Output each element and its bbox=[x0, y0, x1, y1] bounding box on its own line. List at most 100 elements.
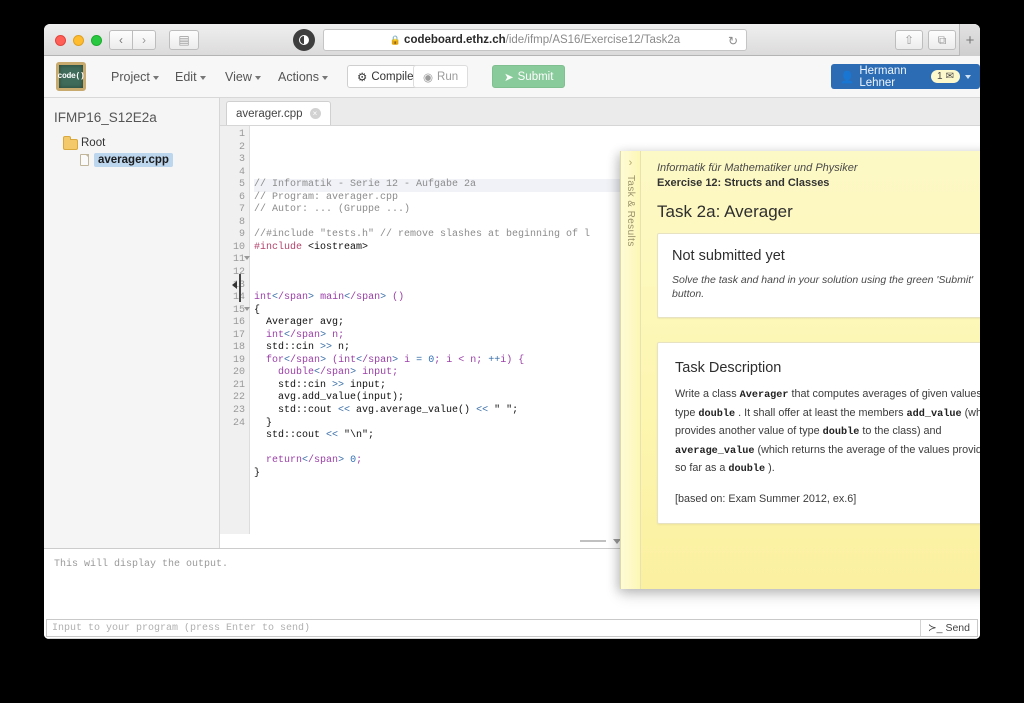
desc-code-average-value: average_value bbox=[675, 445, 755, 457]
submit-label: Submit bbox=[517, 70, 554, 83]
task-panel-handle[interactable]: › Task & Results bbox=[621, 151, 641, 589]
envelope-icon: ✉ bbox=[945, 71, 954, 82]
sidebar-toggle-icon[interactable]: ▤ bbox=[169, 30, 199, 50]
desc-text-7: ). bbox=[765, 462, 775, 474]
gear-icon: ⚙ bbox=[357, 71, 368, 84]
task-description-source: [based on: Exam Summer 2012, ex.6] bbox=[675, 492, 857, 505]
reload-icon[interactable]: ↻ bbox=[728, 34, 738, 48]
line-number: 11 bbox=[220, 254, 250, 267]
chevron-right-icon[interactable]: › bbox=[629, 157, 633, 169]
window-close-button[interactable] bbox=[55, 35, 66, 46]
url-path: /ide/ifmp/AS16/Exercise12/Task2a bbox=[505, 34, 681, 46]
resize-grip bbox=[579, 540, 606, 542]
submit-button[interactable]: ➤ Submit bbox=[492, 65, 566, 88]
message-badge[interactable]: 1 ✉ bbox=[931, 70, 960, 83]
reader-glyph bbox=[299, 35, 309, 45]
line-number: 14 bbox=[220, 292, 249, 305]
task-panel-content: Informatik für Mathematiker und Physiker… bbox=[641, 151, 980, 589]
mouse-pointer-icon bbox=[232, 281, 237, 289]
badge-count: 1 bbox=[937, 71, 943, 82]
console-input[interactable] bbox=[47, 621, 920, 635]
line-number: 1 bbox=[238, 129, 245, 140]
line-number: 5 bbox=[238, 179, 245, 191]
tabs-icon[interactable]: ⧉ bbox=[928, 30, 956, 50]
desc-text-1: Write a class bbox=[675, 388, 740, 400]
editor-tab-averager-cpp[interactable]: averager.cpp × bbox=[226, 101, 331, 125]
line-number: 16 bbox=[232, 317, 245, 329]
line-number: 24 bbox=[232, 417, 245, 429]
terminal-icon: ≻_ bbox=[927, 622, 943, 634]
send-button[interactable]: ≻_ Send bbox=[919, 620, 977, 636]
line-number: 15 bbox=[220, 305, 250, 318]
line-number: 10 bbox=[232, 241, 245, 253]
line-number: 19 bbox=[232, 354, 245, 366]
line-number: 20 bbox=[232, 367, 245, 379]
tree-root-label: Root bbox=[81, 137, 106, 149]
editor-tab-label: averager.cpp bbox=[236, 107, 303, 120]
project-title: IFMP16_S12E2a bbox=[54, 110, 157, 125]
send-label: Send bbox=[945, 622, 970, 634]
menu-edit-label: Edit bbox=[175, 70, 197, 84]
line-number: 9 bbox=[238, 229, 245, 241]
chevron-down-icon bbox=[254, 75, 261, 80]
run-label: Run bbox=[437, 70, 459, 83]
line-number-gutter: 123456789101112131415161718192021222324 bbox=[220, 126, 250, 548]
url-bar[interactable]: 🔒 codeboard.ethz.ch /ide/ifmp/AS16/Exerc… bbox=[323, 29, 747, 51]
exercise-name: Exercise 12: Structs and Classes bbox=[657, 177, 830, 189]
submission-status-text: Solve the task and hand in your solution… bbox=[672, 274, 974, 300]
desc-code-averager: Averager bbox=[739, 390, 789, 401]
file-icon bbox=[80, 154, 89, 166]
line-number: 7 bbox=[238, 204, 245, 216]
reader-mode-icon[interactable] bbox=[293, 29, 315, 51]
menu-project-label: Project bbox=[111, 70, 150, 84]
menu-actions-label: Actions bbox=[278, 70, 319, 84]
line-number: 3 bbox=[238, 154, 245, 166]
menu-actions[interactable]: Actions bbox=[269, 56, 337, 98]
folder-icon bbox=[63, 136, 78, 150]
line-number: 4 bbox=[238, 166, 245, 178]
new-tab-button[interactable]: + bbox=[959, 24, 980, 56]
url-host: codeboard.ethz.ch bbox=[404, 34, 506, 46]
tree-item-averager-cpp[interactable]: averager.cpp bbox=[44, 151, 219, 169]
back-icon[interactable]: ‹ bbox=[109, 30, 133, 50]
chevron-down-icon bbox=[199, 75, 206, 80]
share-icon[interactable]: ⇧ bbox=[895, 30, 923, 50]
line-number: 22 bbox=[232, 392, 245, 404]
line-number: 6 bbox=[238, 191, 245, 203]
editor-tabbar: averager.cpp × bbox=[220, 98, 980, 126]
forward-icon[interactable]: › bbox=[132, 30, 156, 50]
browser-window: ‹ › ▤ 🔒 codeboard.ethz.ch /ide/ifmp/AS16… bbox=[44, 24, 980, 639]
user-menu[interactable]: 👤 Hermann Lehner 1 ✉ bbox=[831, 64, 980, 89]
desc-text-5: to the class) and bbox=[859, 425, 942, 437]
line-number: 12 bbox=[232, 267, 245, 279]
codeboard-logo[interactable]: code() bbox=[56, 62, 86, 91]
desc-text-3: . It shall offer at least the members bbox=[735, 406, 907, 419]
task-description-title: Task Description bbox=[675, 360, 782, 376]
line-number: 17 bbox=[232, 329, 245, 341]
task-panel-handle-label: Task & Results bbox=[625, 175, 636, 247]
line-number: 21 bbox=[232, 379, 245, 391]
window-maximize-button[interactable] bbox=[91, 35, 102, 46]
tree-item-root[interactable]: Root bbox=[44, 135, 219, 151]
page-content: code() Project Edit View Actions ⚙ Compi… bbox=[44, 56, 980, 639]
menu-view[interactable]: View bbox=[216, 56, 270, 98]
close-icon[interactable]: × bbox=[309, 108, 321, 119]
compile-label: Compile bbox=[371, 70, 414, 83]
user-name: Hermann Lehner bbox=[859, 64, 907, 89]
text-cursor bbox=[239, 274, 241, 302]
run-button[interactable]: ◉ Run bbox=[413, 65, 469, 88]
lock-icon: 🔒 bbox=[389, 34, 402, 45]
task-results-panel: › Task & Results Informatik für Mathemat… bbox=[620, 151, 980, 589]
user-icon: 👤 bbox=[840, 71, 855, 84]
submission-status-card: Not submitted yet Solve the task and han… bbox=[657, 233, 980, 318]
console-input-row[interactable]: ≻_ Send bbox=[46, 619, 978, 637]
paper-plane-icon: ➤ bbox=[504, 71, 514, 84]
desc-code-double-3: double bbox=[728, 464, 766, 475]
play-circle-icon: ◉ bbox=[423, 71, 434, 84]
menu-view-label: View bbox=[225, 70, 252, 84]
window-minimize-button[interactable] bbox=[73, 35, 84, 46]
menu-edit[interactable]: Edit bbox=[166, 56, 215, 98]
submission-status-title: Not submitted yet bbox=[672, 248, 785, 264]
menu-project[interactable]: Project bbox=[102, 56, 168, 98]
line-number: 18 bbox=[232, 342, 245, 354]
